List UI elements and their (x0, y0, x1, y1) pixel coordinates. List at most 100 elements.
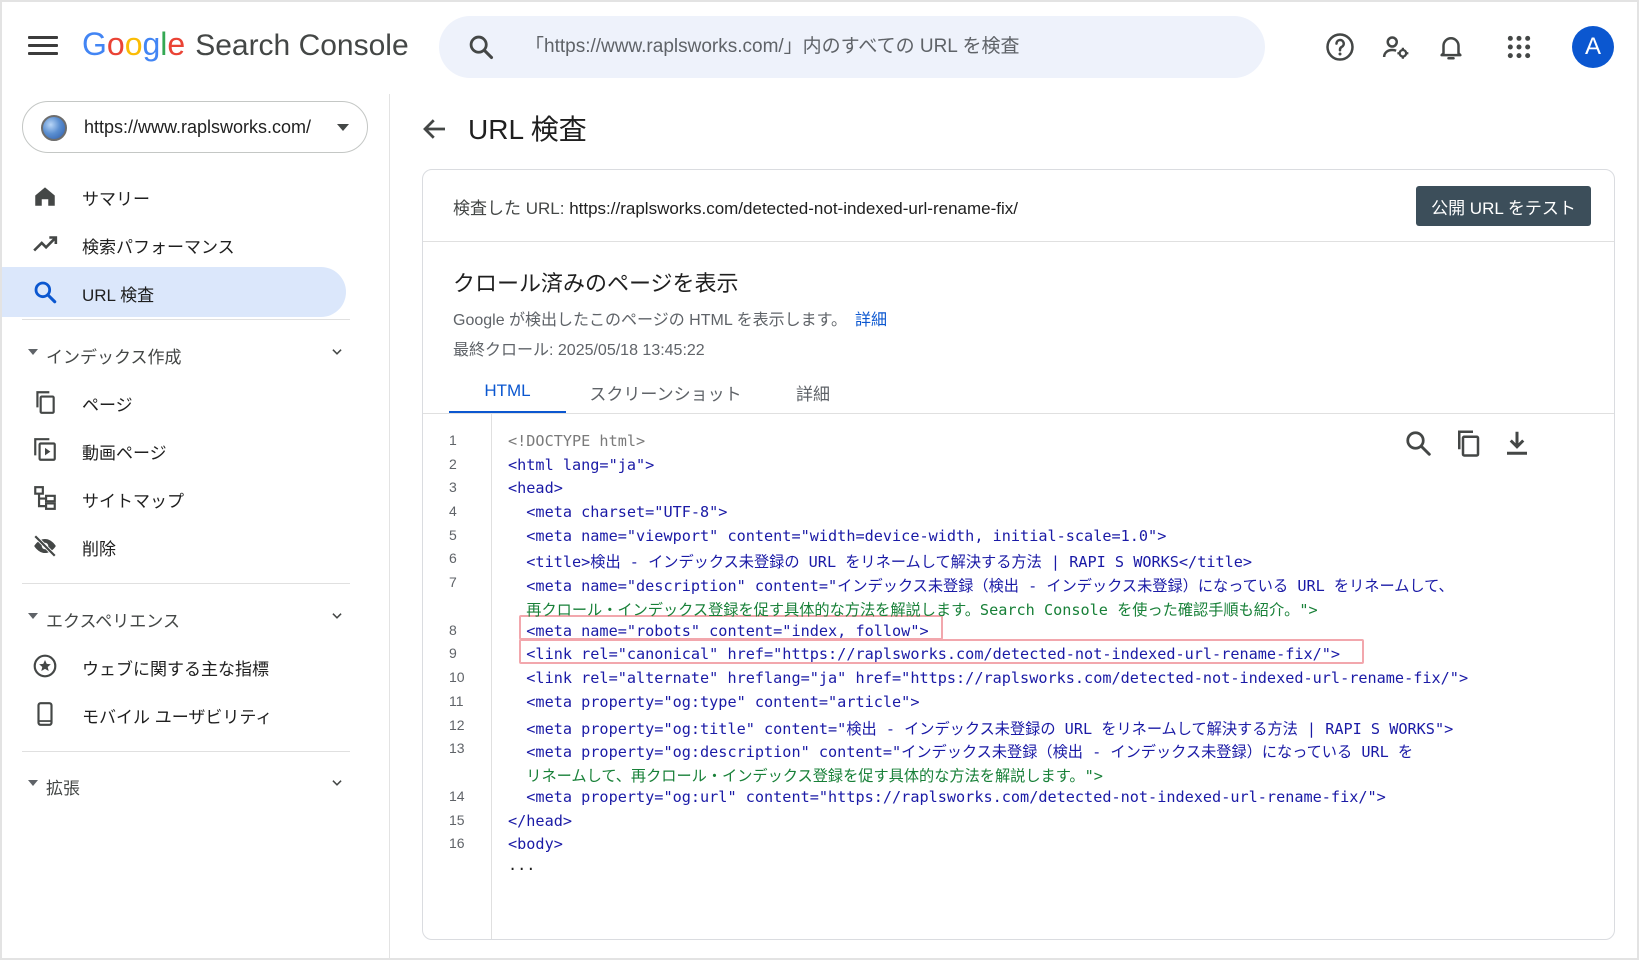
line-number: 3 (449, 479, 457, 495)
card-divider (423, 241, 1614, 242)
code-line: <link rel="alternate" hreflang="ja" href… (508, 669, 1469, 687)
nav-label: サイトマップ (82, 492, 184, 511)
collapse-triangle-icon (28, 613, 38, 619)
code-line-canonical: <link rel="canonical" href="https://rapl… (508, 645, 1341, 663)
copy-icon[interactable] (1453, 428, 1483, 458)
nav-label: URL 検査 (82, 286, 155, 305)
line-number: 16 (449, 835, 465, 851)
line-number: 13 (449, 740, 465, 756)
code-gutter-divider (491, 414, 492, 939)
nav-item-summary[interactable]: サマリー (2, 171, 346, 221)
line-number: 11 (449, 693, 464, 709)
nav-item-performance[interactable]: 検索パフォーマンス (2, 219, 346, 269)
logo-letter: o (106, 26, 125, 62)
apps-icon[interactable] (1502, 30, 1536, 64)
top-bar: Google Search Console A (2, 2, 1639, 94)
core-web-vitals-icon (33, 654, 57, 678)
section-label: エクスペリエンス (46, 612, 180, 631)
last-crawl-date: 最終クロール: 2025/05/18 13:45:22 (453, 342, 705, 359)
tabs-divider (423, 413, 1614, 414)
nav-item-video-pages[interactable]: 動画ページ (2, 425, 346, 475)
code-line: <meta name="viewport" content="width=dev… (508, 527, 1167, 545)
inspected-url: https://raplsworks.com/detected-not-inde… (569, 199, 1018, 218)
section-experience[interactable]: エクスペリエンス (22, 597, 350, 637)
line-number: 10 (449, 669, 465, 685)
crawled-page-description: Google が検出したこのページの HTML を表示します。 詳細 (453, 306, 887, 330)
code-line: </head> (508, 812, 573, 830)
property-url: https://www.raplsworks.com/ (84, 117, 312, 137)
product-name: Search Console (195, 29, 409, 62)
test-live-url-button[interactable]: 公開 URL をテスト (1416, 186, 1591, 226)
nav-label: 検索パフォーマンス (82, 238, 235, 257)
code-line: リネームして、再クロール・インデックス登録を促す具体的な方法を解説します。"> (508, 767, 1103, 785)
search-console-logo[interactable]: Google Search Console (82, 26, 409, 66)
nav-label: ページ (82, 396, 133, 415)
code-line: <meta property="og:type" content="articl… (508, 693, 920, 711)
chevron-down-icon (332, 613, 342, 619)
search-code-icon[interactable] (1403, 428, 1433, 458)
tab-details[interactable]: 詳細 (778, 370, 848, 414)
nav-item-sitemaps[interactable]: サイトマップ (2, 473, 346, 523)
nav-item-url-inspection[interactable]: URL 検査 (2, 267, 346, 317)
download-icon[interactable] (1502, 428, 1532, 458)
app-frame: Google Search Console A https://www.rapl… (0, 0, 1639, 960)
url-inspection-search[interactable] (439, 16, 1265, 78)
nav-item-core-web-vitals[interactable]: ウェブに関する主な指標 (2, 641, 346, 691)
sitemap-icon (34, 486, 56, 510)
line-number: 12 (449, 717, 465, 733)
nav-label: 削除 (82, 540, 116, 559)
section-label: 拡張 (46, 779, 80, 798)
home-icon (35, 187, 55, 206)
code-line: <meta charset="UTF-8"> (508, 503, 728, 521)
tab-html[interactable]: HTML (449, 370, 566, 414)
manage-users-icon[interactable] (1379, 30, 1413, 64)
code-line: <meta property="og:description" content=… (508, 743, 1414, 761)
nav-item-removals[interactable]: 削除 (2, 521, 346, 571)
property-selector[interactable]: https://www.raplsworks.com/ (22, 101, 368, 153)
nav-item-pages[interactable]: ページ (2, 377, 346, 427)
code-line: <body> (508, 835, 563, 853)
trending-up-icon (33, 236, 58, 252)
section-indexing[interactable]: インデックス作成 (22, 333, 350, 373)
code-line: <meta property="og:url" content="https:/… (508, 788, 1386, 806)
code-line: <meta property="og:title" content="検出 - … (508, 720, 1454, 738)
code-line-robots: <meta name="robots" content="index, foll… (508, 622, 929, 640)
line-number: 14 (449, 788, 465, 804)
section-enhancements[interactable]: 拡張 (22, 764, 350, 804)
account-avatar[interactable]: A (1572, 26, 1614, 68)
line-number: 7 (449, 574, 457, 590)
line-number: 15 (449, 812, 465, 828)
search-icon (469, 35, 494, 60)
line-number: 6 (449, 550, 457, 566)
sidebar-divider (22, 751, 350, 752)
main-menu-icon[interactable] (28, 32, 58, 62)
nav-label: モバイル ユーザビリティ (82, 708, 273, 727)
line-number: 1 (449, 432, 457, 448)
code-line: <!DOCTYPE html> (508, 432, 646, 450)
chevron-down-icon (332, 349, 342, 355)
code-line: <html lang="ja"> (508, 456, 655, 474)
search-input[interactable] (525, 16, 1245, 78)
description-text: Google が検出したこのページの HTML を表示します。 (453, 312, 847, 329)
back-arrow-icon[interactable] (420, 114, 450, 144)
logo-letter: o (124, 26, 143, 62)
tab-screenshot[interactable]: スクリーンショット (583, 370, 748, 414)
line-number: 4 (449, 503, 457, 519)
inspected-url-row: 検査した URL: https://raplsworks.com/detecte… (453, 194, 1018, 219)
help-icon[interactable] (1323, 30, 1357, 64)
code-line: <head> (508, 479, 563, 497)
code-line: <meta name="description" content="インデックス… (508, 577, 1454, 595)
mobile-icon (37, 702, 53, 726)
sidebar-divider (22, 319, 350, 320)
code-line: 再クロール・インデックス登録を促す具体的な方法を解説します。Search Con… (508, 601, 1318, 619)
inspection-card: 検査した URL: https://raplsworks.com/detecte… (422, 169, 1615, 940)
line-number: 9 (449, 645, 457, 661)
notifications-icon[interactable] (1434, 30, 1468, 64)
video-pages-icon (34, 438, 56, 461)
logo-letter: l (160, 26, 168, 62)
learn-more-link[interactable]: 詳細 (855, 312, 887, 329)
inspected-url-label: 検査した URL: (453, 199, 565, 218)
code-line: <title>検出 - インデックス未登録の URL をリネームして解決する方法… (508, 553, 1253, 571)
line-number: 2 (449, 456, 457, 472)
nav-item-mobile-usability[interactable]: モバイル ユーザビリティ (2, 689, 346, 739)
